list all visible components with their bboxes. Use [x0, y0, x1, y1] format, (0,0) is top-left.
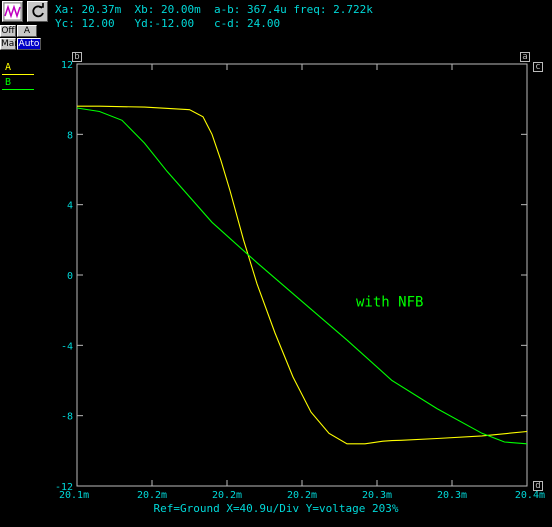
plot-frame — [76, 63, 528, 487]
y-tick-label: 0 — [67, 271, 73, 282]
y-tick-label: -8 — [61, 412, 73, 423]
series-line-a[interactable] — [77, 105, 528, 445]
y-tick-label: -4 — [61, 341, 73, 352]
y-tick-label: 12 — [61, 60, 73, 71]
annotation-label: with NFB — [356, 295, 423, 311]
x-tick-label: 20.2m — [287, 490, 317, 501]
x-tick-label: 20.2m — [212, 490, 242, 501]
x-tick-label: 20.3m — [437, 490, 467, 501]
footer-status: Ref=Ground X=40.9u/Div Y=voltage 203% — [153, 502, 399, 515]
y-tick-label: 8 — [67, 130, 73, 141]
x-tick-label: 20.2m — [137, 490, 167, 501]
x-tick-label: 20.3m — [362, 490, 392, 501]
waveform-plot[interactable]: 12840-4-8-1220.1m 20.2m 20.2m 20.2m 20.3m 20.… — [0, 0, 552, 527]
x-tick-label: 20.4m — [515, 490, 545, 501]
x-tick-label: 20.1m — [59, 490, 89, 501]
y-tick-label: 4 — [67, 201, 73, 212]
